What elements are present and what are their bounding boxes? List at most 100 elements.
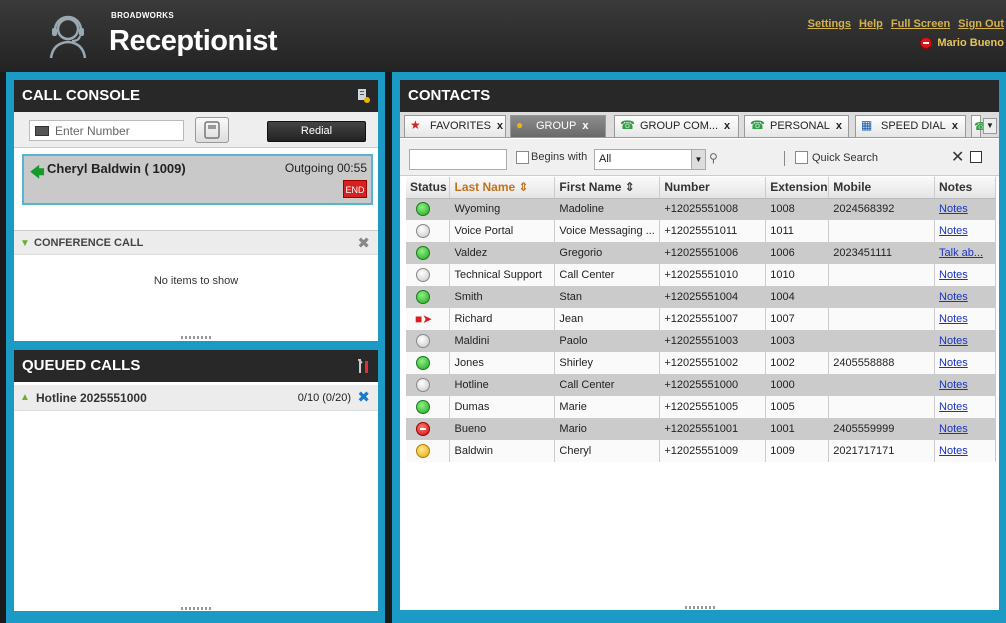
tab-speed-dial-close[interactable]: x [952,120,958,132]
directory-icon[interactable] [35,126,49,136]
begins-with-checkbox[interactable] [516,151,529,164]
console-resize-grip[interactable] [181,336,211,339]
column-number[interactable]: Number [659,177,767,199]
contacts-resize-grip[interactable] [685,606,715,609]
notes-link[interactable]: Notes [939,269,968,281]
table-row[interactable]: ■➤ Richard Jean +12025551007 1007 Notes [406,308,996,330]
table-row[interactable]: Jones Shirley +12025551002 1002 2405558888 No… [406,352,996,374]
contacts-search-input[interactable] [409,149,507,170]
last-name-cell: Richard [449,308,556,330]
table-row[interactable]: Voice Portal Voice Messaging ... +12025551… [406,220,996,242]
ringing-status-icon: ■➤ [415,312,433,326]
number-cell: +12025551010 [659,264,767,286]
table-row[interactable]: Smith Stan +12025551004 1004 Notes [406,286,996,308]
notes-link[interactable]: Notes [939,203,968,215]
end-call-button[interactable]: END [343,180,367,198]
column-first-name[interactable]: First Name ⇕ [554,177,661,199]
tab-group[interactable]: ● GROUP x [510,115,606,137]
tab-personal-close[interactable]: x [836,120,842,132]
notes-link[interactable]: Notes [939,291,968,303]
active-call-name: Cheryl Baldwin ( 1009) [47,161,186,176]
brand-subtitle: BROADWORKS [111,11,174,20]
table-row[interactable]: Hotline Call Center +12025551000 1000 Notes [406,374,996,396]
column-extension[interactable]: Extension [765,177,830,199]
table-row[interactable]: Valdez Gregorio +12025551006 1006 2023451111… [406,242,996,264]
tab-scroll-down-icon[interactable]: ▼ [983,118,997,134]
extension-cell: 1000 [765,374,830,396]
clear-search-icon[interactable]: ✕ [951,147,964,167]
conference-call-header[interactable]: ▼ CONFERENCE CALL ✖ [14,230,378,255]
queued-resize-grip[interactable] [181,607,211,610]
group-icon: ● [516,118,524,132]
begins-with-select[interactable]: All ▼ [594,149,706,170]
notes-cell: Notes [934,220,996,242]
tab-favorites[interactable]: ★ FAVORITES x [404,115,506,137]
column-mobile[interactable]: Mobile [828,177,936,199]
mobile-cell: 2024568392 [828,198,936,220]
sign-out-link[interactable]: Sign Out [958,18,1004,30]
tab-speed-dial-label: SPEED DIAL [881,120,946,132]
table-row[interactable]: Baldwin Cheryl +12025551009 1009 2021717171 N… [406,440,996,462]
unknown-status-icon [416,334,430,348]
queue-item[interactable]: ▲ Hotline 2025551000 0/10 (0/20) ✖ [14,385,378,411]
tab-group-common-close[interactable]: x [724,120,730,132]
notes-link[interactable]: Notes [939,445,968,457]
table-row[interactable]: Technical Support Call Center +12025551010… [406,264,996,286]
dial-button[interactable] [195,117,229,143]
outgoing-arrow-icon: 🡄 [30,164,45,180]
notes-link[interactable]: Notes [939,423,968,435]
notes-cell: Notes [934,352,996,374]
notes-cell: Talk ab... [934,242,996,264]
mobile-cell: 2023451111 [828,242,936,264]
personal-icon: ☎ [750,118,765,132]
call-console-panel: CALL CONSOLE Enter Number Redial 🡄 Chery… [14,80,378,341]
popout-icon[interactable] [970,151,982,163]
first-name-cell: Gregorio [554,242,661,264]
notes-link[interactable]: Notes [939,225,968,237]
notes-cell: Notes [934,374,996,396]
help-link[interactable]: Help [859,18,883,30]
notes-link[interactable]: Talk ab... [939,247,983,259]
tab-speed-dial[interactable]: ▦ SPEED DIAL x [855,115,966,137]
extension-cell: 1002 [765,352,830,374]
first-name-cell: Call Center [554,374,661,396]
search-icon[interactable]: ⚲ [709,151,718,165]
column-last-name[interactable]: Last Name ⇕ [449,177,556,199]
user-status[interactable]: Mario Bueno [920,37,1004,49]
notes-link[interactable]: Notes [939,313,968,325]
full-screen-link[interactable]: Full Screen [891,18,950,30]
tab-favorites-close[interactable]: x [497,120,503,132]
notes-link[interactable]: Notes [939,357,968,369]
table-row[interactable]: Dumas Marie +12025551005 1005 Notes [406,396,996,418]
number-cell: +12025551006 [659,242,767,264]
notes-link[interactable]: Notes [939,335,968,347]
tab-overflow[interactable]: ☎ [971,115,988,137]
status-cell [406,352,451,374]
conference-close-icon[interactable]: ✖ [357,234,370,252]
tab-group-label: GROUP [536,120,577,132]
enter-number-input[interactable]: Enter Number [29,120,184,141]
console-toolbar: Enter Number Redial [14,112,378,148]
active-call-card[interactable]: 🡄 Cheryl Baldwin ( 1009) Outgoing 00:55 … [22,154,373,205]
notes-link[interactable]: Notes [939,401,968,413]
first-name-cell: Mario [554,418,661,440]
status-cell: ■➤ [406,308,451,330]
quick-search-checkbox[interactable] [795,151,808,164]
table-row[interactable]: Bueno Mario +12025551001 1001 2405559999 Note… [406,418,996,440]
table-row[interactable]: Wyoming Madoline +12025551008 1008 202456839… [406,198,996,220]
settings-link[interactable]: Settings [808,18,851,30]
tab-group-common[interactable]: ☎ GROUP COM... x [614,115,739,137]
first-name-cell: Shirley [554,352,661,374]
column-notes[interactable]: Notes [934,177,996,199]
notes-link[interactable]: Notes [939,379,968,391]
queue-tools-icon[interactable] [358,359,370,373]
table-row[interactable]: Maldini Paolo +12025551003 1003 Notes [406,330,996,352]
remove-queue-icon[interactable]: ✖ [357,388,370,406]
console-options-icon[interactable] [358,89,370,103]
redial-button[interactable]: Redial [267,121,366,142]
queued-calls-header: QUEUED CALLS [14,350,378,382]
tab-group-close[interactable]: x [582,120,588,132]
column-status[interactable]: Status [406,177,451,199]
number-cell: +12025551003 [659,330,767,352]
tab-personal[interactable]: ☎ PERSONAL x [744,115,849,137]
